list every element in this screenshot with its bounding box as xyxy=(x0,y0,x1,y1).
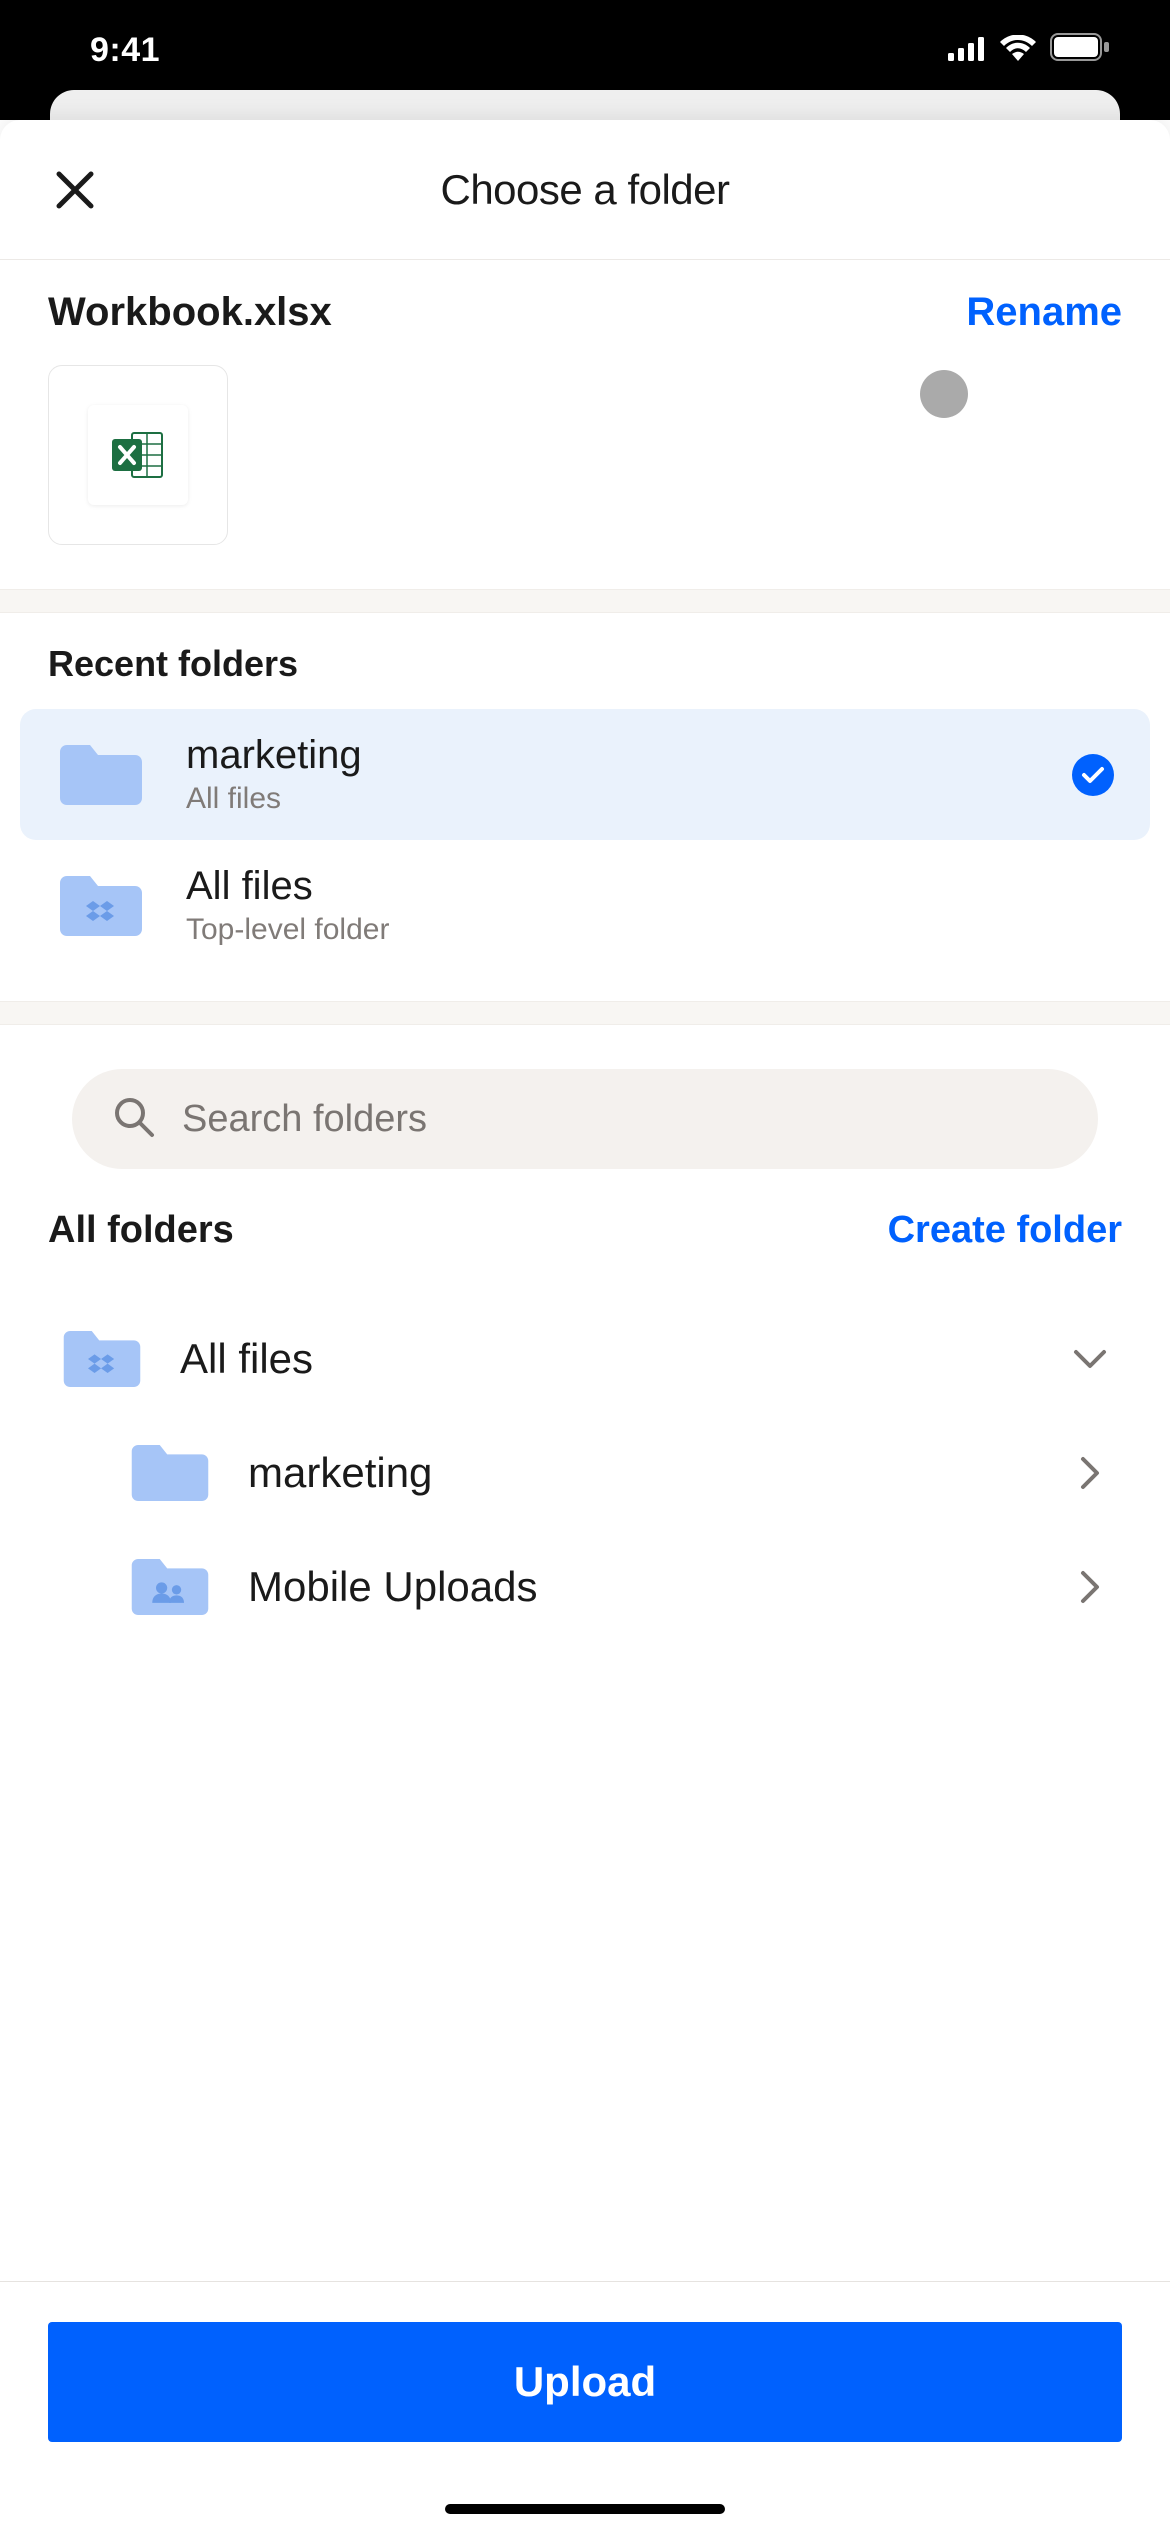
tree-row-name: marketing xyxy=(248,1449,1034,1497)
tree-row-all-files[interactable]: All files xyxy=(48,1302,1122,1416)
shared-folder-icon xyxy=(128,1554,212,1620)
recent-item-name: All files xyxy=(186,864,1114,909)
dropbox-folder-icon xyxy=(60,1326,144,1392)
recent-item-name: marketing xyxy=(186,733,1032,778)
chevron-down-icon[interactable] xyxy=(1070,1339,1110,1379)
recent-item-text: All files Top-level folder xyxy=(186,864,1114,947)
dropbox-folder-icon xyxy=(56,871,146,941)
recent-item-all-files[interactable]: All files Top-level folder xyxy=(20,840,1150,971)
folder-tree: All files marketing Mobile Uploads xyxy=(0,1282,1170,1664)
file-row: Workbook.xlsx Rename xyxy=(0,260,1170,335)
tree-row-name: All files xyxy=(180,1335,1034,1383)
status-time: 9:41 xyxy=(90,31,160,70)
search-area xyxy=(0,1025,1170,1209)
selected-check-icon xyxy=(1072,754,1114,796)
all-folders-title: All folders xyxy=(48,1209,234,1252)
tree-row-mobile-uploads[interactable]: Mobile Uploads xyxy=(48,1530,1122,1644)
close-button[interactable] xyxy=(40,155,110,225)
touch-cursor-overlay xyxy=(920,370,968,418)
sheet-header: Choose a folder xyxy=(0,120,1170,260)
recent-item-subtitle: Top-level folder xyxy=(186,913,1114,947)
recent-item-text: marketing All files xyxy=(186,733,1032,816)
status-bar: 9:41 xyxy=(0,0,1170,100)
divider xyxy=(0,589,1170,613)
tree-row-name: Mobile Uploads xyxy=(248,1563,1034,1611)
recent-folders-header: Recent folders xyxy=(0,613,1170,709)
home-indicator xyxy=(445,2504,725,2514)
recent-item-subtitle: All files xyxy=(186,782,1032,816)
search-input[interactable] xyxy=(182,1098,1058,1141)
sheet-background-hint xyxy=(0,100,1170,120)
create-folder-button[interactable]: Create folder xyxy=(888,1209,1122,1252)
rename-button[interactable]: Rename xyxy=(966,290,1122,335)
close-icon xyxy=(51,166,99,214)
upload-button[interactable]: Upload xyxy=(48,2322,1122,2442)
divider xyxy=(0,1001,1170,1025)
file-thumbnail-area xyxy=(0,335,1170,589)
status-icons xyxy=(948,31,1110,70)
recent-folders-list: marketing All files All files Top-level … xyxy=(0,709,1170,1001)
chevron-right-icon[interactable] xyxy=(1070,1453,1110,1493)
file-thumbnail[interactable] xyxy=(48,365,228,545)
folder-icon xyxy=(128,1440,212,1506)
recent-item-marketing[interactable]: marketing All files xyxy=(20,709,1150,840)
chevron-right-icon[interactable] xyxy=(1070,1567,1110,1607)
search-icon xyxy=(112,1095,156,1144)
folder-icon xyxy=(56,740,146,810)
footer: Upload xyxy=(0,2281,1170,2532)
wifi-icon xyxy=(1000,31,1036,70)
cellular-icon xyxy=(948,31,986,70)
search-bar[interactable] xyxy=(72,1069,1098,1169)
all-folders-header: All folders Create folder xyxy=(0,1209,1170,1282)
sheet-title: Choose a folder xyxy=(0,166,1170,214)
tree-row-marketing[interactable]: marketing xyxy=(48,1416,1122,1530)
battery-icon xyxy=(1050,31,1110,70)
file-name: Workbook.xlsx xyxy=(48,290,332,335)
sheet: Choose a folder Workbook.xlsx Rename Rec… xyxy=(0,120,1170,2532)
excel-file-icon xyxy=(88,405,188,505)
